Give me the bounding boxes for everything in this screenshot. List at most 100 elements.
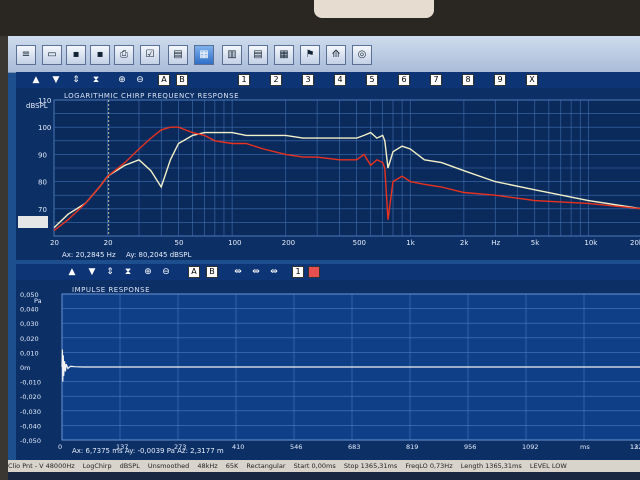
zoom-in-icon[interactable]: ⊕ — [116, 74, 128, 86]
freq-x-tick-label: 20k — [630, 239, 640, 247]
freq-x-tick-label: 5k — [531, 239, 540, 247]
frequency-response-chart[interactable]: 110100908070dBSPL20 20 50 100 200 500 1k 2k Hz 5k… — [16, 88, 640, 260]
save-as-icon[interactable]: ▪ — [90, 45, 110, 65]
overlay-9-button[interactable]: 9 — [494, 74, 506, 86]
overlay-1-button[interactable]: 1 — [292, 266, 304, 278]
marker-a-button[interactable]: A — [158, 74, 170, 86]
main-toolbar: ≡ ▭ ▪ ▪ ⎙ ☑ ▤ ▦ ▥ ▤ ▦ ⚑ ⟰ ◎ — [8, 36, 640, 73]
freq-x-tick-label: 20 — [50, 239, 59, 247]
layout-split-icon[interactable]: ▤ — [248, 45, 268, 65]
freq-x-tick-label: 10k — [584, 239, 598, 247]
view-icon[interactable]: ▤ — [168, 45, 188, 65]
impulse-x-tick-label: 683 — [348, 443, 360, 451]
status-device: Clio Pnt - V 48000Hz — [8, 462, 75, 470]
impulse-x-tick-label: ms — [580, 443, 590, 451]
freq-x-tick-label: Hz — [491, 239, 500, 247]
view-active-icon[interactable]: ▦ — [194, 45, 214, 65]
signal-icon[interactable]: ⟰ — [326, 45, 346, 65]
freq-y-tick-label: 80 — [38, 179, 47, 187]
layout-grid-icon[interactable]: ▦ — [274, 45, 294, 65]
overlay-1-button[interactable]: 1 — [238, 74, 250, 86]
measure-icon[interactable]: ⚑ — [300, 45, 320, 65]
overlay-5-button[interactable]: 5 — [366, 74, 378, 86]
impulse-x-tick-label: 0 — [58, 443, 62, 451]
overlay-8-button[interactable]: 8 — [462, 74, 474, 86]
status-length: Length 1365,31ms — [460, 462, 522, 470]
freq-x-tick-label: 20 — [104, 239, 113, 247]
impulse-y-tick-label: 0m — [20, 364, 30, 372]
impulse-x-tick-label: 410 — [232, 443, 244, 451]
impulse-cursor-readout: Ax: 6,7375 ms Ay: -0,0039 Pa Az: 2,3177 … — [72, 447, 224, 455]
freq-x-tick-label: 500 — [353, 239, 366, 247]
impulse-y-tick-label: 0,040 — [20, 306, 39, 314]
cursor-both-icon[interactable]: ⇹ — [250, 266, 262, 278]
impulse-response-chart[interactable]: 0,0500,0400,0300,0200,0100m-0,010-0,020-… — [16, 280, 640, 458]
marker-b-button[interactable]: B — [206, 266, 218, 278]
zoom-out-icon[interactable]: ⊖ — [134, 74, 146, 86]
overlay-color-button[interactable] — [308, 266, 320, 278]
arrow-up-icon[interactable]: ▲ — [30, 74, 42, 86]
zoom-in-icon[interactable]: ⊕ — [142, 266, 154, 278]
arrow-down-icon[interactable]: ▼ — [50, 74, 62, 86]
freq-y-unit-label: dBSPL — [26, 102, 48, 110]
overlay-4-button[interactable]: 4 — [334, 74, 346, 86]
save-icon[interactable]: ▪ — [66, 45, 86, 65]
impulse-response-panel: ▲ ▼ ⇕ ⧗ ⊕ ⊖ A B ⇹ ⇹ ⇹ 1 IMPULSE RESPONSE… — [16, 264, 640, 460]
cursor-right-icon[interactable]: ⇹ — [268, 266, 280, 278]
arrow-down-icon[interactable]: ▼ — [86, 266, 98, 278]
freq-cursor-x-readout: Ax: 20,2845 Hz — [62, 251, 116, 259]
freq-x-tick-label: 100 — [228, 239, 241, 247]
freq-x-tick-label: 50 — [175, 239, 184, 247]
marker-b-button[interactable]: B — [176, 74, 188, 86]
status-level: LEVEL LOW — [529, 462, 567, 470]
impulse-y-tick-label: 0,020 — [20, 335, 39, 343]
target-icon[interactable]: ◎ — [352, 45, 372, 65]
overlay-close-button[interactable]: X — [526, 74, 538, 86]
status-start: Start 0,00ms — [293, 462, 336, 470]
freq-cursor-y-readout: Ay: 80,2045 dBSPL — [126, 251, 192, 259]
impulse-y-tick-label: -0,040 — [20, 422, 41, 430]
status-smoothing: Unsmoothed — [147, 462, 190, 470]
impulse-x-tick-label: 956 — [464, 443, 476, 451]
zoom-out-icon[interactable]: ⊖ — [160, 266, 172, 278]
status-freqlo: FreqLO 0,73Hz — [405, 462, 453, 470]
status-rate: 48kHz — [197, 462, 218, 470]
overlay-6-button[interactable]: 6 — [398, 74, 410, 86]
layout-icon[interactable]: ▥ — [222, 45, 242, 65]
expand-vertical-icon[interactable]: ⇕ — [70, 74, 82, 86]
frequency-panel-toolbar: ▲ ▼ ⇕ ⧗ ⊕ ⊖ A B 1 2 3 4 5 6 7 8 9 X — [16, 72, 640, 88]
open-folder-icon[interactable]: ▭ — [42, 45, 62, 65]
overlay-3-button[interactable]: 3 — [302, 74, 314, 86]
freq-y-tick-label: 70 — [38, 206, 47, 214]
impulse-y-tick-label: -0,030 — [20, 408, 41, 416]
freq-y-tick-label: 100 — [38, 124, 51, 132]
status-signal: LogChirp — [82, 462, 112, 470]
shrink-vertical-icon[interactable]: ⧗ — [122, 266, 134, 278]
impulse-x-tick-label: 1092 — [522, 443, 539, 451]
impulse-x-tick-label: 13 — [630, 443, 638, 451]
impulse-y-tick-label: -0,020 — [20, 393, 41, 401]
impulse-y-unit-label: Pa — [34, 297, 42, 305]
status-stop: Stop 1365,31ms — [343, 462, 398, 470]
application-window: ≡ ▭ ▪ ▪ ⎙ ☑ ▤ ▦ ▥ ▤ ▦ ⚑ ⟰ ◎ ▲ ▼ ⇕ ⧗ ⊕ ⊖ … — [8, 36, 640, 480]
expand-vertical-icon[interactable]: ⇕ — [104, 266, 116, 278]
status-unit: dBSPL — [119, 462, 140, 470]
overlay-7-button[interactable]: 7 — [430, 74, 442, 86]
freq-y-scroll-box — [18, 216, 48, 228]
status-bar: Clio Pnt - V 48000Hz LogChirp dBSPL Unsm… — [8, 460, 640, 472]
freq-x-tick-label: 2k — [460, 239, 469, 247]
impulse-x-tick-label: 819 — [406, 443, 418, 451]
impulse-panel-toolbar: ▲ ▼ ⇕ ⧗ ⊕ ⊖ A B ⇹ ⇹ ⇹ 1 — [16, 264, 640, 280]
arrow-up-icon[interactable]: ▲ — [66, 266, 78, 278]
freq-x-tick-label: 1k — [406, 239, 415, 247]
menu-icon[interactable]: ≡ — [16, 45, 36, 65]
status-window: Rectangular — [246, 462, 286, 470]
overlay-2-button[interactable]: 2 — [270, 74, 282, 86]
impulse-y-tick-label: 0,030 — [20, 320, 39, 328]
cursor-left-icon[interactable]: ⇹ — [232, 266, 244, 278]
freq-y-tick-label: 90 — [38, 151, 47, 159]
print-icon[interactable]: ⎙ — [114, 45, 134, 65]
shrink-vertical-icon[interactable]: ⧗ — [90, 74, 102, 86]
marker-a-button[interactable]: A — [188, 266, 200, 278]
checkbox-icon[interactable]: ☑ — [140, 45, 160, 65]
